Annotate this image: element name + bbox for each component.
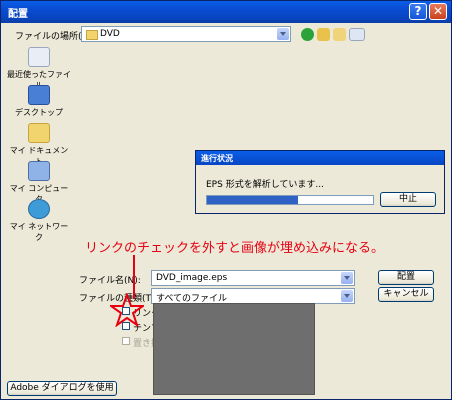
chevron-down-icon[interactable]	[341, 272, 353, 284]
annotation-text: リンクのチェックを外すと画像が埋め込みになる。	[85, 241, 385, 256]
progress-bar	[206, 195, 374, 205]
place-desktop[interactable]: デスクトップ	[7, 85, 71, 118]
progress-title: 進行状況	[201, 154, 233, 163]
replace-checkbox	[122, 337, 130, 345]
location-select[interactable]: DVD	[81, 26, 291, 42]
help-button[interactable]: ?	[409, 3, 427, 20]
recent-icon	[28, 47, 50, 67]
my-computer-icon	[28, 161, 50, 181]
place-label: デスクトップ	[15, 108, 63, 117]
progress-title-bar: 進行状況	[196, 151, 444, 165]
adobe-dialog-button[interactable]: Adobe ダイアログを使用	[7, 381, 117, 396]
filetype-select[interactable]: すべてのファイル	[151, 288, 355, 304]
window-title: 配置	[8, 9, 28, 20]
title-bar: 配置 ? ✕	[1, 1, 451, 23]
desktop-icon	[28, 85, 50, 105]
cancel-button[interactable]: キャンセル	[378, 287, 434, 302]
star-highlight-icon	[110, 293, 144, 327]
filename-input[interactable]: DVD_image.eps	[151, 270, 355, 286]
location-label: ファイルの場所(I):	[15, 32, 91, 42]
chevron-down-icon[interactable]	[341, 290, 353, 302]
place-label: マイ ネットワーク	[9, 222, 69, 242]
close-button[interactable]: ✕	[429, 3, 447, 20]
progress-message: EPS 形式を解析しています...	[206, 180, 325, 190]
progress-fill	[207, 196, 299, 204]
folder-icon	[86, 30, 98, 40]
up-folder-icon[interactable]	[317, 28, 330, 41]
place-button[interactable]: 配置	[378, 270, 434, 285]
abort-button[interactable]: 中止	[380, 192, 436, 207]
place-dialog: 配置 ? ✕ ファイルの場所(I): DVD 最近使ったファイル デスクトップ …	[0, 0, 452, 400]
view-menu-icon[interactable]	[349, 28, 365, 41]
places-bar: 最近使ったファイル デスクトップ マイ ドキュメント マイ コンピュータ マイ …	[7, 43, 71, 242]
place-my-network[interactable]: マイ ネットワーク	[7, 199, 71, 243]
progress-dialog: 進行状況 EPS 形式を解析しています... 中止	[195, 150, 445, 214]
new-folder-icon[interactable]	[333, 28, 346, 41]
my-documents-icon	[28, 123, 50, 143]
back-icon[interactable]	[301, 28, 314, 41]
filename-label: ファイル名(N):	[79, 276, 141, 286]
preview-pane	[153, 303, 315, 395]
my-network-icon	[28, 199, 50, 219]
chevron-down-icon[interactable]	[277, 28, 289, 40]
location-value: DVD	[100, 29, 120, 39]
filename-value: DVD_image.eps	[156, 273, 228, 283]
